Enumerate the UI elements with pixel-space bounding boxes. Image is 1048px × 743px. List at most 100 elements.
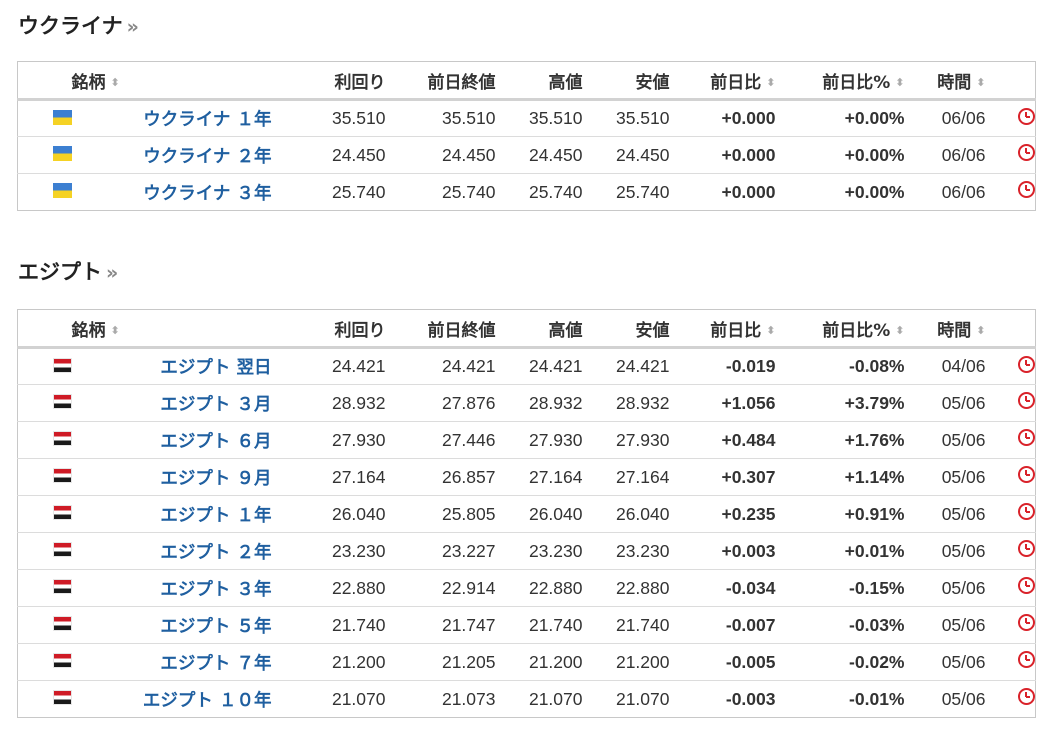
col-low: 安値 [635,320,670,341]
egypt-flag-icon [52,394,72,410]
egypt-flag-icon [52,616,72,632]
col-name[interactable]: 銘柄 ⬍ [72,310,272,348]
bond-name-link[interactable]: エジプト ２年 [160,543,271,563]
sort-icon: ⬍ [110,76,120,89]
time-cell: 04/06 [941,356,986,376]
clock-icon[interactable] [1018,355,1035,373]
table-row: ウクライナ ２年 24.450 24.450 24.450 24.450 +0.000 +0… [17,137,1036,174]
clock-icon[interactable] [1018,614,1035,632]
yield-cell: 23.230 [331,540,386,561]
sort-icon: ⬍ [110,324,120,337]
sort-icon: ⬍ [976,324,986,337]
egypt-flag-icon [52,357,72,373]
bond-name-link[interactable]: ウクライナ １年 [143,110,271,130]
low-cell: 26.040 [615,503,670,524]
egypt-flag-icon [52,579,72,595]
low-cell: 27.930 [615,429,670,450]
low-cell: 21.070 [615,688,670,709]
clock-icon[interactable] [1018,392,1035,410]
low-cell: 21.200 [615,651,670,672]
bond-name-link[interactable]: エジプト ９月 [160,469,271,489]
prev-close-cell: 21.205 [441,651,496,672]
col-change-pct[interactable]: 前日比% ⬍ [786,62,915,100]
clock-icon[interactable] [1018,577,1035,595]
high-cell: 27.164 [528,466,583,487]
egypt-rows: エジプト 翌日 24.421 24.421 24.421 24.421 -0.019 -0.… [17,348,1036,718]
col-name[interactable]: 銘柄 ⬍ [72,62,272,100]
section-title-text: エジプト [18,260,102,284]
yield-cell: 28.932 [331,392,386,413]
clock-icon[interactable] [1018,688,1035,706]
ukraine-flag-icon [52,109,72,125]
change-cell: +0.000 [721,108,776,128]
table-header-row: 銘柄 ⬍ 利回り 前日終値 高値 安値 前日比 ⬍ 前日比% ⬍ 時間 ⬍ [17,310,1036,348]
time-cell: 05/06 [941,540,986,561]
change-pct-cell: +0.00% [844,181,905,202]
prev-close-cell: 22.914 [441,577,496,598]
clock-icon[interactable] [1018,429,1035,447]
table-row: エジプト ２年 23.230 23.227 23.230 23.230 +0.003 +0.… [17,533,1036,570]
table-row: エジプト ３月 28.932 27.876 28.932 28.932 +1.056 +3.… [17,385,1036,422]
change-cell: -0.003 [725,688,776,709]
change-cell: +0.484 [721,429,776,450]
bond-name-link[interactable]: エジプト １０年 [143,691,272,711]
clock-icon[interactable] [1018,540,1035,558]
table-row: エジプト ３年 22.880 22.914 22.880 22.880 -0.034 -0.… [17,570,1036,607]
bond-name-link[interactable]: エジプト ７年 [160,654,271,674]
col-low: 安値 [635,72,670,93]
time-cell: 06/06 [941,181,986,202]
col-time[interactable]: 時間 ⬍ [915,62,996,100]
low-cell: 21.740 [615,614,670,635]
section-title-ukraine[interactable]: ウクライナ » [18,10,139,40]
bond-name-link[interactable]: エジプト ５年 [160,617,271,637]
time-cell: 05/06 [941,392,986,413]
time-cell: 05/06 [941,651,986,672]
raquo-icon: » [126,16,139,38]
bond-name-link[interactable]: エジプト ３月 [160,395,271,415]
change-cell: -0.034 [725,577,776,598]
change-cell: +0.003 [721,540,776,561]
col-yield: 利回り [334,72,386,93]
prev-close-cell: 24.421 [441,356,496,376]
change-pct-cell: +0.91% [844,503,905,524]
clock-icon[interactable] [1018,466,1035,484]
clock-icon[interactable] [1018,144,1035,162]
col-change[interactable]: 前日比 ⬍ [680,310,786,348]
clock-icon[interactable] [1018,651,1035,669]
prev-close-cell: 25.805 [441,503,496,524]
high-cell: 28.932 [528,392,583,413]
bond-name-link[interactable]: エジプト １年 [160,506,271,526]
clock-icon[interactable] [1018,107,1035,125]
bond-name-link[interactable]: ウクライナ ３年 [143,184,271,204]
bond-name-link[interactable]: ウクライナ ２年 [143,147,271,167]
col-time[interactable]: 時間 ⬍ [915,310,996,348]
egypt-flag-icon [52,542,72,558]
prev-close-cell: 25.740 [441,181,496,202]
bond-name-link[interactable]: エジプト ６月 [160,432,271,452]
col-prev-close: 前日終値 [427,320,496,341]
col-change[interactable]: 前日比 ⬍ [680,62,786,100]
high-cell: 35.510 [528,108,583,128]
change-cell: -0.007 [725,614,776,635]
yield-cell: 24.450 [331,144,386,165]
high-cell: 25.740 [528,181,583,202]
sort-icon: ⬍ [895,76,905,89]
change-pct-cell: +0.00% [844,144,905,165]
change-cell: +0.307 [721,466,776,487]
col-high: 高値 [548,72,583,93]
section-title-egypt[interactable]: エジプト » [18,256,118,286]
prev-close-cell: 21.747 [441,614,496,635]
col-high: 高値 [548,320,583,341]
clock-icon[interactable] [1018,503,1035,521]
low-cell: 24.450 [615,144,670,165]
sort-icon: ⬍ [895,324,905,337]
clock-icon[interactable] [1018,181,1035,199]
col-change-pct[interactable]: 前日比% ⬍ [786,310,915,348]
bond-name-link[interactable]: エジプト ３年 [160,580,271,600]
time-cell: 06/06 [941,144,986,165]
col-yield: 利回り [334,320,386,341]
change-cell: +1.056 [721,392,776,413]
prev-close-cell: 26.857 [441,466,496,487]
bond-name-link[interactable]: エジプト 翌日 [160,358,271,378]
sort-icon: ⬍ [976,76,986,89]
